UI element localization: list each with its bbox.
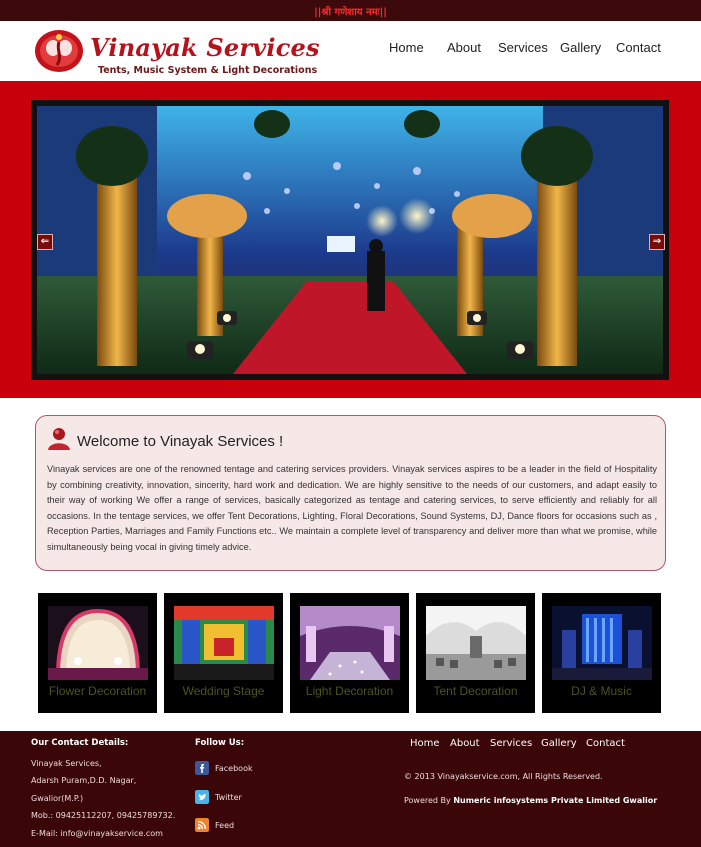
twitter-link[interactable]: Twitter (215, 793, 242, 802)
service-tile-wedding-stage[interactable]: Wedding Stage (164, 593, 283, 713)
welcome-section: Welcome to Vinayak Services ! Vinayak se… (35, 415, 666, 571)
nav-contact[interactable]: Contact (616, 40, 661, 58)
contact-heading: Our Contact Details: (31, 738, 129, 748)
service-caption[interactable]: Wedding Stage (164, 684, 283, 698)
nav-services[interactable]: Services (498, 40, 548, 58)
slide-image-venue (37, 106, 663, 374)
powered-by-text: Powered By Numeric infosystems Private L… (404, 796, 657, 805)
nav-gallery[interactable]: Gallery (560, 40, 601, 58)
footer-nav-home[interactable]: Home (410, 738, 440, 749)
wedding-stage-image (174, 606, 274, 680)
contact-line: Vinayak Services, (31, 759, 102, 768)
image-slider (31, 100, 669, 380)
blessing-text: ||श्री गणेशाय नमः|| (314, 7, 387, 18)
contact-line: Gwalior(M.P.) (31, 794, 84, 803)
service-caption[interactable]: DJ & Music (542, 684, 661, 698)
service-caption[interactable]: Flower Decoration (38, 684, 157, 698)
footer-nav-contact[interactable]: Contact (586, 738, 625, 749)
footer-nav-gallery[interactable]: Gallery (541, 738, 577, 749)
rss-feed-icon[interactable] (195, 818, 209, 832)
powered-by-prefix: Powered By (404, 796, 451, 805)
hero-banner: ⇐ ⇒ (0, 81, 701, 398)
site-title[interactable]: Vinayak Services (90, 33, 320, 62)
nav-home[interactable]: Home (389, 40, 424, 58)
welcome-heading: Welcome to Vinayak Services ! (77, 433, 284, 450)
feed-link[interactable]: Feed (215, 821, 234, 830)
service-tile-tent-decoration[interactable]: Tent Decoration (416, 593, 535, 713)
footer-nav-services[interactable]: Services (490, 738, 532, 749)
contact-phone: Mob.: 09425112207, 09425789732. (31, 811, 176, 820)
service-tile-dj-music[interactable]: DJ & Music (542, 593, 661, 713)
copyright-text: © 2013 Vinayakservice.com, All Rights Re… (404, 772, 603, 781)
contact-line: Adarsh Puram,D.D. Nagar, (31, 776, 137, 785)
follow-heading: Follow Us: (195, 738, 245, 748)
service-caption[interactable]: Light Decoration (290, 684, 409, 698)
service-caption[interactable]: Tent Decoration (416, 684, 535, 698)
tent-decoration-image (426, 606, 526, 680)
nav-about[interactable]: About (447, 40, 481, 58)
facebook-link[interactable]: Facebook (215, 764, 253, 773)
service-tile-light-decoration[interactable]: Light Decoration (290, 593, 409, 713)
contact-email[interactable]: E-Mail: info@vinayakservice.com (31, 829, 163, 838)
site-tagline: Tents, Music System & Light Decorations (98, 65, 318, 76)
service-tile-flower-decoration[interactable]: Flower Decoration (38, 593, 157, 713)
powered-by-company-link[interactable]: Numeric infosystems Private Limited Gwal… (453, 796, 657, 805)
flower-decoration-image (48, 606, 148, 680)
footer-nav-about[interactable]: About (450, 738, 480, 749)
twitter-icon[interactable] (195, 790, 209, 804)
dj-music-image (552, 606, 652, 680)
welcome-description: Vinayak services are one of the renowned… (47, 464, 657, 552)
ganesha-logo-icon[interactable] (33, 28, 85, 74)
site-header: Vinayak Services Tents, Music System & L… (0, 21, 701, 81)
top-blessing-bar: ||श्री गणेशाय नमः|| (0, 0, 701, 21)
slider-prev-arrow-icon[interactable]: ⇐ (37, 234, 53, 250)
user-icon (48, 428, 70, 450)
facebook-icon[interactable] (195, 761, 209, 775)
light-decoration-image (300, 606, 400, 680)
slider-next-arrow-icon[interactable]: ⇒ (649, 234, 665, 250)
